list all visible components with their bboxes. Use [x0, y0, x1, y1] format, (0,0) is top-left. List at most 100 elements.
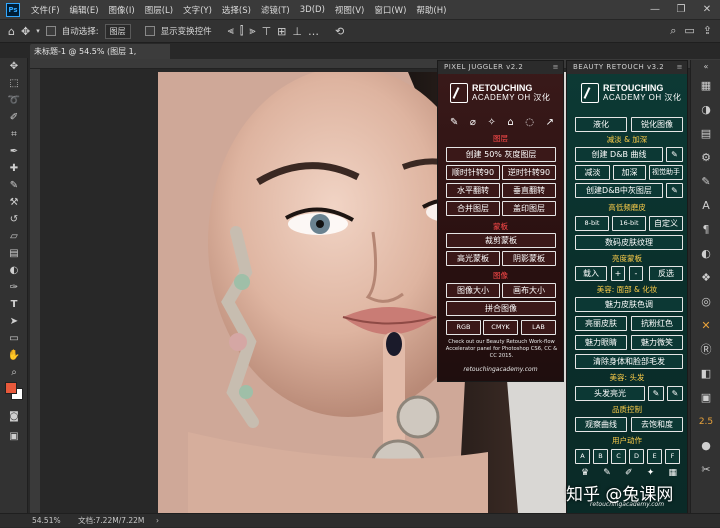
brush-icon[interactable]: ✎: [450, 117, 458, 128]
auto-select-checkbox[interactable]: [45, 26, 56, 36]
desaturate-button[interactable]: 去饱和度: [631, 417, 683, 432]
version-badge-icon[interactable]: 2.5: [691, 410, 720, 434]
glamour-eyes-button[interactable]: 魅力眼睛: [575, 335, 627, 350]
create-gray50-button[interactable]: 创建 50% 灰度图层: [446, 147, 556, 162]
color-icon[interactable]: ◑: [691, 98, 720, 122]
remove-hair-button[interactable]: 清除身体和脸部毛发: [575, 354, 683, 369]
character-icon[interactable]: A: [691, 194, 720, 218]
menu-image[interactable]: 图像(I): [104, 4, 140, 16]
align-bottom-icon[interactable]: ⊥: [292, 25, 302, 38]
image-size-button[interactable]: 图像大小: [446, 283, 500, 298]
dodge-button[interactable]: 减淡: [575, 165, 610, 180]
menu-edit[interactable]: 编辑(E): [65, 4, 104, 16]
rotate-cw90-button[interactable]: 顺时针转90: [446, 165, 500, 180]
eraser-icon[interactable]: ▱: [0, 228, 28, 245]
paragraph-icon[interactable]: ¶: [691, 218, 720, 242]
type-tool-icon[interactable]: T: [0, 296, 28, 313]
history-icon[interactable]: ▦: [691, 74, 720, 98]
shape-tool-icon[interactable]: ▭: [0, 330, 28, 347]
brush-icon[interactable]: ✎: [666, 183, 683, 198]
share-icon[interactable]: ⇪: [703, 24, 712, 38]
adjustments-icon[interactable]: ◐: [691, 242, 720, 266]
menu-type[interactable]: 文字(Y): [178, 4, 217, 16]
path-select-icon[interactable]: ➤: [0, 313, 28, 330]
status-arrow-icon[interactable]: ›: [156, 514, 159, 528]
retouch-plugin-icon[interactable]: ◎: [691, 290, 720, 314]
menu-3d[interactable]: 3D(D): [295, 5, 330, 15]
scissors-icon[interactable]: ✂: [691, 458, 720, 482]
action-e-button[interactable]: E: [647, 449, 662, 464]
highlight-mask-button[interactable]: 高光蒙板: [446, 251, 500, 266]
panel-menu-icon[interactable]: ≡: [677, 61, 683, 74]
move-tool-icon[interactable]: ✥: [0, 58, 28, 75]
brush-settings-icon[interactable]: ✎: [691, 170, 720, 194]
mask-subtract-button[interactable]: -: [629, 266, 643, 281]
marquee-tool-icon[interactable]: ⬚: [0, 75, 28, 92]
menu-file[interactable]: 文件(F): [26, 4, 65, 16]
collapse-icon[interactable]: «: [691, 60, 720, 74]
properties-icon[interactable]: ⚙: [691, 146, 720, 170]
show-transform-checkbox[interactable]: [144, 26, 155, 36]
brush-tool-icon[interactable]: ✎: [0, 177, 28, 194]
mask-add-button[interactable]: +: [611, 266, 625, 281]
visual-helper-button[interactable]: 视觉助手: [649, 165, 683, 180]
pen-tool-icon[interactable]: ✑: [0, 279, 28, 296]
observe-curve-button[interactable]: 观察曲线: [575, 417, 627, 432]
star-icon[interactable]: ✦: [647, 468, 655, 478]
crown-icon[interactable]: ♛: [581, 468, 589, 478]
flatten-image-button[interactable]: 拼合图像: [446, 301, 556, 316]
foreground-color-swatch[interactable]: [5, 382, 17, 394]
menu-help[interactable]: 帮助(H): [411, 4, 451, 16]
create-db-gray-button[interactable]: 创建D&B中灰图层: [575, 183, 663, 198]
pixel-juggler-footer[interactable]: retouchingacademy.com: [438, 366, 563, 373]
layers-icon[interactable]: ▦: [668, 468, 677, 478]
search-icon[interactable]: ⌕: [670, 24, 676, 38]
flip-horizontal-button[interactable]: 水平翻转: [446, 183, 500, 198]
menu-filter[interactable]: 滤镜(T): [256, 4, 295, 16]
healing-brush-icon[interactable]: ✚: [0, 160, 28, 177]
cmyk-mode-button[interactable]: CMYK: [483, 320, 518, 335]
action-f-button[interactable]: F: [665, 449, 680, 464]
eraser-icon[interactable]: ⌀: [470, 117, 476, 128]
stamp-layers-button[interactable]: 盖印图层: [502, 201, 556, 216]
action-d-button[interactable]: D: [629, 449, 644, 464]
more-options-icon[interactable]: …: [308, 25, 319, 38]
create-db-curve-button[interactable]: 创建 D&B 曲线: [575, 147, 663, 162]
brush-icon[interactable]: ✎: [667, 386, 683, 401]
history-brush-icon[interactable]: ↺: [0, 211, 28, 228]
canvas-size-button[interactable]: 画布大小: [502, 283, 556, 298]
clip-mask-button[interactable]: 裁剪蒙板: [446, 233, 556, 248]
menu-window[interactable]: 窗口(W): [369, 4, 411, 16]
flip-vertical-button[interactable]: 垂直翻转: [502, 183, 556, 198]
screen-mode-icon[interactable]: ▣: [0, 428, 28, 445]
healing-icon[interactable]: ✧: [487, 117, 495, 128]
action-a-button[interactable]: A: [575, 449, 590, 464]
zoom-level[interactable]: 54.51%: [32, 514, 61, 528]
layers-panel-icon[interactable]: ◧: [691, 362, 720, 386]
rgb-mode-button[interactable]: RGB: [446, 320, 481, 335]
align-center-icon[interactable]: ⫿: [240, 24, 244, 38]
action-c-button[interactable]: C: [611, 449, 626, 464]
crop-tool-icon[interactable]: ⌗: [0, 126, 28, 143]
brush-icon[interactable]: ✎: [666, 147, 683, 162]
chevron-down-icon[interactable]: ▾: [36, 27, 40, 35]
maximize-button[interactable]: ❐: [668, 0, 694, 19]
swatches-icon[interactable]: ▤: [691, 122, 720, 146]
bright-skin-button[interactable]: 亮丽皮肤: [575, 316, 627, 331]
clone-icon[interactable]: ⌂: [507, 117, 513, 128]
freq-custom-button[interactable]: 自定义: [649, 216, 683, 231]
quick-select-icon[interactable]: ✐: [0, 109, 28, 126]
menu-view[interactable]: 视图(V): [330, 4, 369, 16]
freq-16bit-button[interactable]: 16-bit: [612, 216, 646, 231]
document-info[interactable]: 文档:7.22M/7.22M: [78, 514, 144, 528]
align-top-icon[interactable]: ⊤: [262, 25, 272, 38]
clone-stamp-icon[interactable]: ⚒: [0, 194, 28, 211]
home-icon[interactable]: ⌂: [8, 25, 15, 38]
invert-selection-button[interactable]: 反选: [649, 266, 683, 281]
liquify-button[interactable]: 液化: [575, 117, 627, 132]
brush-icon[interactable]: ✎: [648, 386, 664, 401]
glamour-smile-button[interactable]: 魅力微笑: [631, 335, 683, 350]
zoom-tool-icon[interactable]: ⌕: [0, 364, 28, 381]
lab-mode-button[interactable]: LAB: [521, 320, 556, 335]
menu-select[interactable]: 选择(S): [217, 4, 256, 16]
